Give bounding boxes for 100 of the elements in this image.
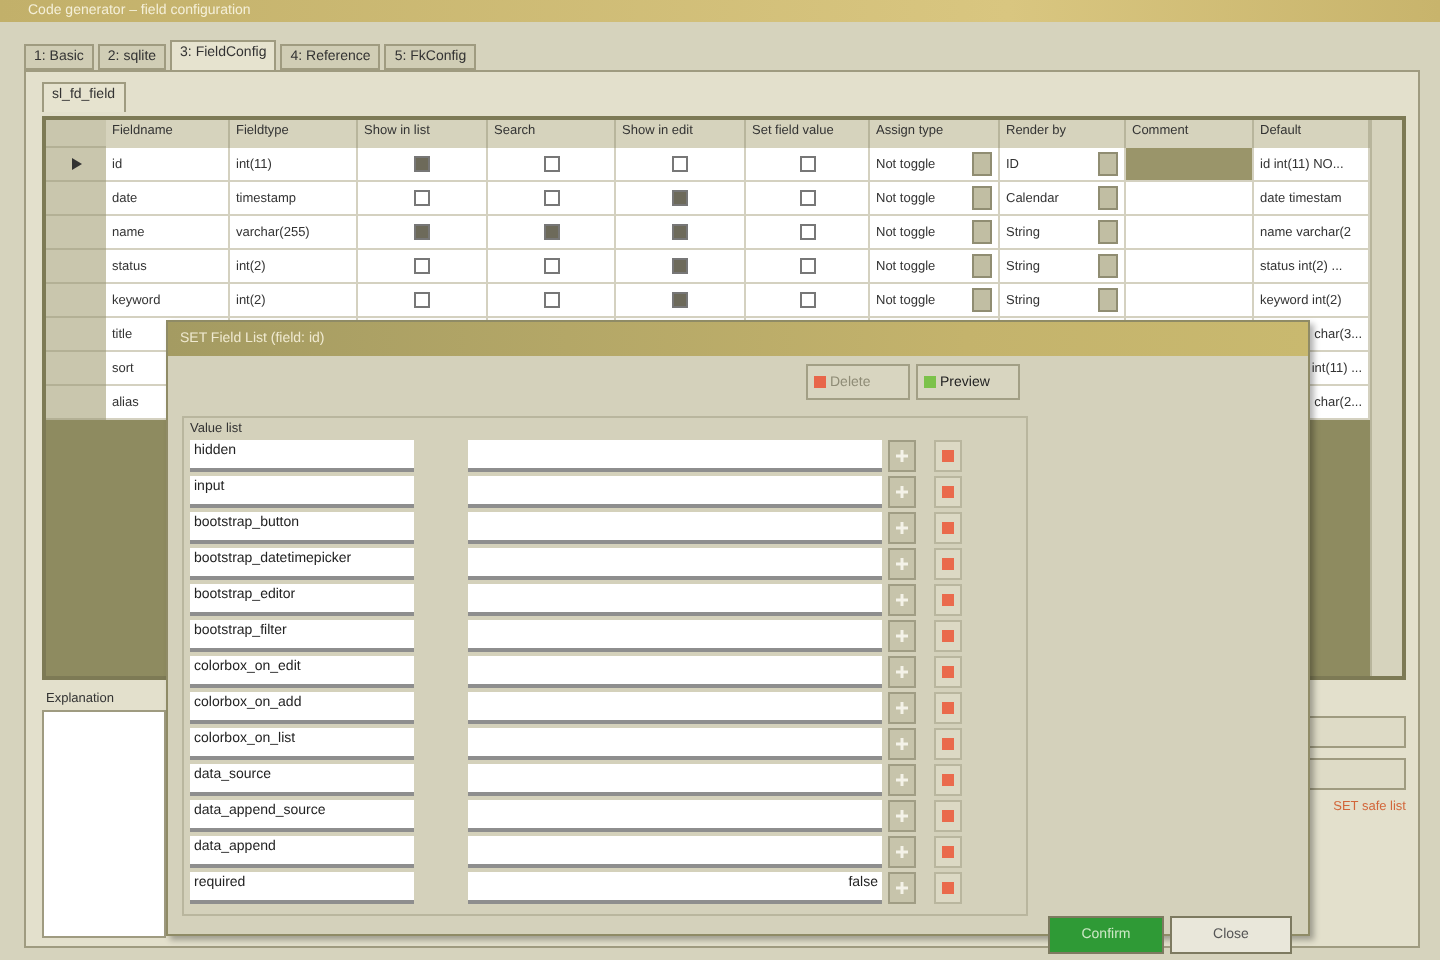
dropdown-button[interactable]: [972, 220, 992, 244]
remove-icon: [942, 522, 954, 534]
plus-icon: [896, 594, 908, 606]
add-button[interactable]: [888, 476, 916, 508]
add-button[interactable]: [888, 728, 916, 760]
plus-icon: [896, 450, 908, 462]
add-button[interactable]: [888, 620, 916, 652]
remove-icon: [942, 558, 954, 570]
table-cell[interactable]: [1126, 148, 1254, 182]
table-cell[interactable]: [1126, 284, 1254, 318]
value-field[interactable]: [468, 656, 882, 688]
row-header: [46, 120, 106, 148]
remove-button[interactable]: [934, 512, 962, 544]
plus-icon: [896, 846, 908, 858]
checkbox[interactable]: [672, 190, 688, 206]
value-field[interactable]: [468, 728, 882, 760]
value-field[interactable]: [468, 476, 882, 508]
remove-icon: [942, 702, 954, 714]
remove-button[interactable]: [934, 764, 962, 796]
remove-button[interactable]: [934, 728, 962, 760]
dropdown-button[interactable]: [972, 152, 992, 176]
checkbox[interactable]: [799, 258, 815, 274]
remove-icon: [942, 594, 954, 606]
checkbox[interactable]: [414, 258, 430, 274]
dropdown-button[interactable]: [1098, 220, 1118, 244]
value-field[interactable]: [468, 440, 882, 472]
add-button[interactable]: [888, 548, 916, 580]
checkbox[interactable]: [414, 190, 430, 206]
checkbox[interactable]: [672, 258, 688, 274]
explanation-field[interactable]: [42, 710, 166, 938]
value-field[interactable]: [468, 800, 882, 832]
remove-button[interactable]: [934, 692, 962, 724]
plus-icon: [896, 522, 908, 534]
square-icon: [814, 376, 826, 388]
add-button[interactable]: [888, 836, 916, 868]
plus-icon: [896, 702, 908, 714]
value-field[interactable]: [468, 584, 882, 616]
side-button[interactable]: [1306, 716, 1406, 748]
dropdown-button[interactable]: [972, 254, 992, 278]
checkbox[interactable]: [672, 224, 688, 240]
value-field[interactable]: [468, 692, 882, 724]
value-field[interactable]: [468, 548, 882, 580]
current-row-icon: [71, 158, 81, 170]
checkbox[interactable]: [672, 292, 688, 308]
add-button[interactable]: [888, 656, 916, 688]
add-button[interactable]: [888, 800, 916, 832]
plus-icon: [896, 630, 908, 642]
checkbox[interactable]: [799, 190, 815, 206]
add-button[interactable]: [888, 584, 916, 616]
remove-icon: [942, 450, 954, 462]
remove-button[interactable]: [934, 656, 962, 688]
scrollbar[interactable]: [1370, 120, 1402, 676]
value-field[interactable]: [468, 836, 882, 868]
plus-icon: [896, 810, 908, 822]
dropdown-button[interactable]: [1098, 254, 1118, 278]
add-button[interactable]: [888, 764, 916, 796]
checkbox[interactable]: [414, 224, 430, 240]
add-button[interactable]: [888, 692, 916, 724]
dropdown-button[interactable]: [972, 186, 992, 210]
plus-icon: [896, 666, 908, 678]
plus-icon: [896, 774, 908, 786]
remove-button[interactable]: [934, 584, 962, 616]
plus-icon: [896, 558, 908, 570]
remove-button[interactable]: [934, 440, 962, 472]
checkbox[interactable]: [543, 292, 559, 308]
checkbox[interactable]: [543, 258, 559, 274]
checkbox[interactable]: [672, 156, 688, 172]
dropdown-button[interactable]: [1098, 288, 1118, 312]
checkbox[interactable]: [799, 292, 815, 308]
dropdown-button[interactable]: [1098, 152, 1118, 176]
table-cell[interactable]: [1126, 250, 1254, 284]
side-button[interactable]: [1306, 758, 1406, 790]
checkbox[interactable]: [543, 224, 559, 240]
checkbox[interactable]: [414, 156, 430, 172]
checkbox[interactable]: [543, 190, 559, 206]
remove-button[interactable]: [934, 800, 962, 832]
plus-icon: [896, 486, 908, 498]
row-header[interactable]: [46, 148, 106, 182]
dropdown-button[interactable]: [1098, 186, 1118, 210]
value-field[interactable]: [468, 764, 882, 796]
table-cell[interactable]: [1126, 182, 1254, 216]
remove-button[interactable]: [934, 548, 962, 580]
plus-icon: [896, 882, 908, 894]
add-button[interactable]: [888, 872, 916, 904]
square-icon: [924, 376, 936, 388]
remove-icon: [942, 846, 954, 858]
add-button[interactable]: [888, 512, 916, 544]
remove-button[interactable]: [934, 872, 962, 904]
checkbox[interactable]: [799, 156, 815, 172]
remove-button[interactable]: [934, 620, 962, 652]
add-button[interactable]: [888, 440, 916, 472]
checkbox[interactable]: [414, 292, 430, 308]
checkbox[interactable]: [543, 156, 559, 172]
dropdown-button[interactable]: [972, 288, 992, 312]
table-cell[interactable]: [1126, 216, 1254, 250]
checkbox[interactable]: [799, 224, 815, 240]
value-field[interactable]: [468, 620, 882, 652]
remove-button[interactable]: [934, 476, 962, 508]
value-field[interactable]: [468, 512, 882, 544]
remove-button[interactable]: [934, 836, 962, 868]
